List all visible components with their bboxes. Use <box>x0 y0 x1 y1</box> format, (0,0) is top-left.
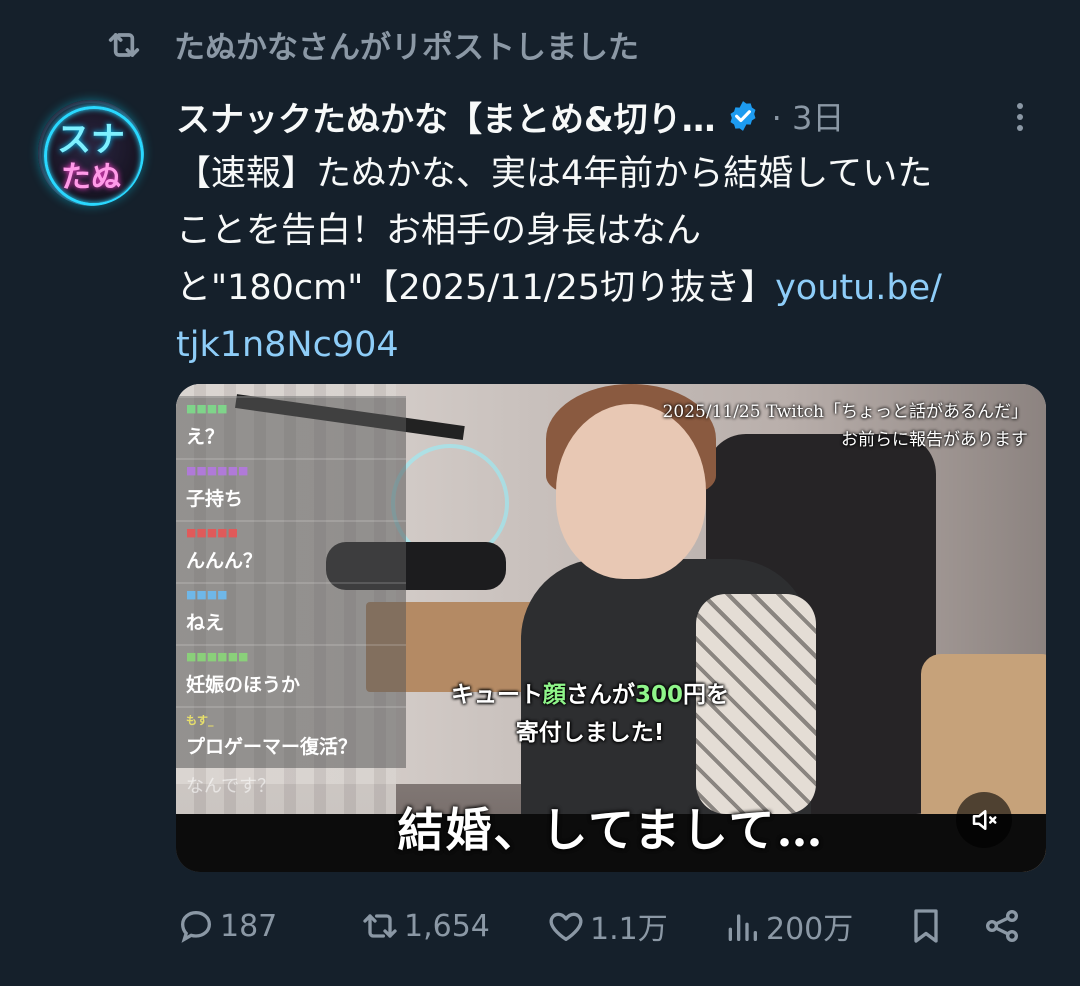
chat-username: ■■■■■■ <box>186 464 249 477</box>
bookmark-button[interactable] <box>906 898 946 954</box>
stream-chat: ■■■■ え？ ■■■■■■ 子持ち ■■■■■ んんん？ ■■■■ ねえ ■■… <box>176 396 416 768</box>
avatar[interactable]: スナ たぬ <box>38 100 144 206</box>
chat-username: ■■■■■ <box>186 526 238 539</box>
chat-message: プロゲーマー復活？ <box>186 736 358 758</box>
verified-badge-icon <box>730 101 756 131</box>
donation-alert: キュート顔さんが300円を 寄付しました! <box>420 676 760 752</box>
repost-icon <box>363 914 397 938</box>
tweet-text-line-1: 【速報】たぬかな、実は4年前から結婚していた <box>176 154 933 194</box>
views-count: 200万 <box>766 912 854 947</box>
chat-item: もす_ プロゲーマー復活？ <box>176 706 406 768</box>
reply-count: 187 <box>220 908 278 944</box>
chat-username: ■■■■ <box>186 588 228 601</box>
chat-username: ■■■■ <box>186 402 228 415</box>
tweet-actions: 187 1,654 1.1万 200万 <box>176 898 1036 954</box>
donation-highlight: 顔 <box>542 682 566 708</box>
donation-text: 円を <box>683 682 729 708</box>
video-caption-date: 2025/11/25 Twitch「ちょっと話があるんだ」 お前らに報告がありま… <box>663 398 1028 454</box>
more-options-icon[interactable] <box>1002 98 1038 138</box>
repost-count: 1,654 <box>404 908 490 944</box>
views-button[interactable]: 200万 <box>722 898 853 954</box>
chat-message: ねえ <box>186 612 225 634</box>
repost-context[interactable]: たぬかなさんがリポストしました <box>104 22 639 67</box>
heart-icon <box>549 912 583 941</box>
donation-text: さんが <box>565 682 635 708</box>
video-subtitle: 結婚、してまして… <box>397 803 825 857</box>
post-time[interactable]: · 3日 <box>772 93 845 139</box>
volume-muted-icon <box>972 810 997 830</box>
donation-line-2: 寄付しました! <box>515 720 665 746</box>
avatar-text-bottom: たぬ <box>61 160 121 195</box>
video-caption-line-2: お前らに報告があります <box>841 430 1028 450</box>
share-button[interactable] <box>982 898 1022 954</box>
chat-item: ■■■■■■ 子持ち <box>176 458 406 520</box>
repost-button[interactable]: 1,654 <box>360 898 490 954</box>
chat-message: 妊娠のほうか <box>186 674 301 696</box>
chat-username: もす_ <box>186 714 214 727</box>
chat-item: ■■■■ ねえ <box>176 582 406 644</box>
tweet-link[interactable]: youtu.be/ <box>775 268 942 308</box>
bar-chart-icon <box>728 914 757 941</box>
author-name[interactable]: スナックたぬかな【まとめ&切り… <box>176 92 716 141</box>
chat-username: ■■■■■■ <box>186 650 249 663</box>
tweet-text-line-3: と"180cm"【2025/11/25切り抜き】youtu.be/ <box>176 260 1056 317</box>
chat-item: ■■■■■■ 妊娠のほうか <box>176 644 406 706</box>
like-count: 1.1万 <box>590 912 668 947</box>
chat-message: んんん？ <box>186 550 263 572</box>
reply-button[interactable]: 187 <box>176 898 277 954</box>
donation-amount: 300 <box>634 682 683 708</box>
tweet-text: 【速報】たぬかな、実は4年前から結婚していた ことを告白！お相手の身長はなん と… <box>176 146 1056 374</box>
tweet-text-line-2: ことを告白！お相手の身長はなん <box>176 211 702 251</box>
repost-icon <box>108 32 140 57</box>
tweet-header: スナックたぬかな【まとめ&切り… · 3日 <box>176 92 1056 140</box>
tweet-text-line-3-prefix: と"180cm"【2025/11/25切り抜き】 <box>176 268 776 308</box>
donation-text: キュート <box>450 682 543 708</box>
chat-item: ■■■■■ んんん？ <box>176 520 406 582</box>
share-icon <box>986 910 1018 942</box>
bookmark-icon <box>914 909 938 943</box>
repost-text: たぬかなさんがリポストしました <box>174 30 639 66</box>
chat-message: え？ <box>186 426 225 448</box>
tweet-link-continued[interactable]: tjk1n8Nc904 <box>176 317 1056 374</box>
video-caption-line-1: 2025/11/25 Twitch「ちょっと話があるんだ」 <box>662 402 1028 422</box>
chat-item: ■■■■ え？ <box>176 396 406 458</box>
like-button[interactable]: 1.1万 <box>546 898 668 954</box>
donation-line-1: キュート顔さんが300円を <box>420 676 760 714</box>
video-media[interactable]: ■■■■ え？ ■■■■■■ 子持ち ■■■■■ んんん？ ■■■■ ねえ ■■… <box>176 384 1046 872</box>
reply-icon <box>180 910 212 943</box>
mute-button[interactable] <box>956 792 1012 848</box>
chat-message: 子持ち <box>186 488 244 510</box>
